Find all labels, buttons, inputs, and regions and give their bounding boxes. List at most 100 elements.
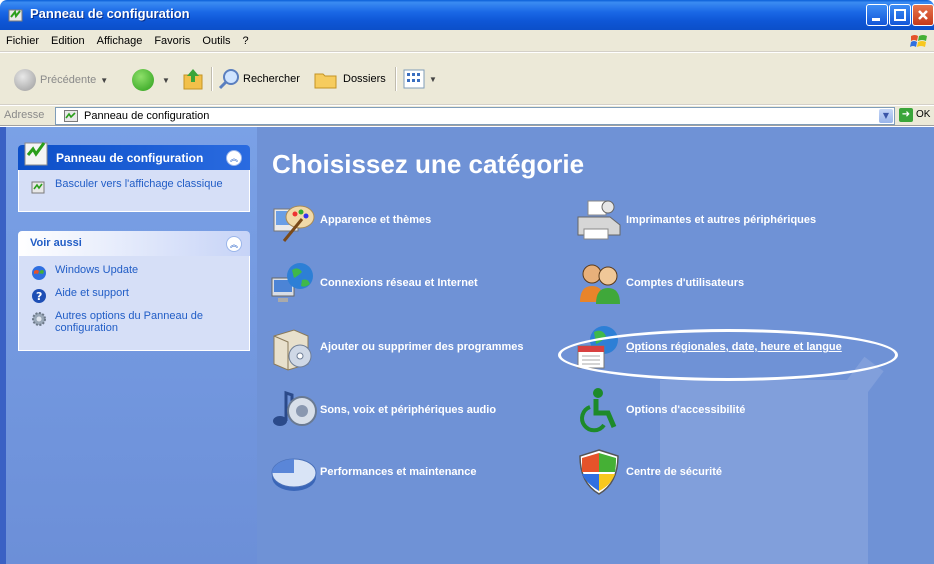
windows-update-icon <box>32 266 46 280</box>
category-appearance[interactable]: Apparence et thèmes <box>268 195 431 245</box>
menu-help[interactable]: ? <box>243 35 249 47</box>
chevron-down-icon: ▼ <box>162 75 170 85</box>
search-label: Rechercher <box>243 73 300 85</box>
svg-text:?: ? <box>36 290 42 303</box>
category-label: Ajouter ou supprimer des programmes <box>320 341 524 353</box>
users-icon <box>580 264 620 304</box>
window-title: Panneau de configuration <box>30 6 190 21</box>
search-button[interactable]: Rechercher <box>218 68 300 90</box>
back-label: Précédente <box>40 74 97 86</box>
folders-button[interactable]: Dossiers <box>314 68 386 90</box>
menu-edit[interactable]: Edition <box>51 35 85 47</box>
menu-favorites[interactable]: Favoris <box>154 35 190 47</box>
control-panel-icon <box>24 142 48 166</box>
security-shield-icon <box>579 449 619 495</box>
control-panel-panel-body: Basculer vers l'affichage classique <box>18 170 250 212</box>
forward-arrow-icon <box>132 69 154 91</box>
appearance-icon <box>273 205 315 242</box>
up-folder-button[interactable] <box>182 67 204 91</box>
category-label: Apparence et thèmes <box>320 214 432 226</box>
highlight-ellipse <box>558 329 898 381</box>
category-label: Performances et maintenance <box>320 466 477 478</box>
printer-icon <box>577 200 621 240</box>
windows-logo-icon <box>910 35 927 47</box>
category-performance[interactable]: Performances et maintenance <box>268 447 477 497</box>
address-input[interactable]: Panneau de configuration ▼ <box>55 107 895 125</box>
forward-button[interactable]: ▼ <box>132 69 170 91</box>
help-support-link[interactable]: ? Aide et support <box>31 287 241 304</box>
category-pane: Choisissez une catégorie Apparence et th… <box>257 127 934 564</box>
category-programs[interactable]: Ajouter ou supprimer des programmes <box>268 322 524 372</box>
category-label: Centre de sécurité <box>626 466 722 478</box>
category-sound[interactable]: Sons, voix et périphériques audio <box>268 385 496 435</box>
go-button[interactable]: OK <box>916 109 930 120</box>
control-panel-panel: Panneau de configuration ︽ Basculer vers… <box>18 142 250 212</box>
control-panel-icon <box>8 9 23 22</box>
category-label: Options d'accessibilité <box>626 404 746 416</box>
control-panel-icon <box>64 110 78 122</box>
content-area: Panneau de configuration ︽ Basculer vers… <box>0 127 934 564</box>
programs-icon <box>273 329 312 371</box>
task-pane: Panneau de configuration ︽ Basculer vers… <box>0 127 257 564</box>
task-label: Autres options du Panneau de configurati… <box>55 310 204 334</box>
category-accessibility[interactable]: Options d'accessibilité <box>574 385 745 435</box>
see-also-panel: Voir aussi ︽ Windows Update ? Aide et su… <box>18 231 250 351</box>
collapse-icon[interactable]: ︽ <box>226 236 242 252</box>
category-label: Comptes d'utilisateurs <box>626 277 745 289</box>
category-label: Imprimantes et autres périphériques <box>626 214 817 226</box>
address-value: Panneau de configuration <box>84 110 210 122</box>
menu-file[interactable]: Fichier <box>6 35 39 47</box>
performance-icon <box>271 458 317 491</box>
menu-view[interactable]: Affichage <box>97 35 143 47</box>
search-icon <box>218 69 239 90</box>
views-grid-icon <box>403 69 425 89</box>
accessibility-icon <box>580 388 617 433</box>
menu-tools[interactable]: Outils <box>202 35 230 47</box>
window-titlebar[interactable]: Panneau de configuration <box>0 0 934 30</box>
go-arrow-icon[interactable]: ➜ <box>899 108 913 122</box>
toolbar-separator <box>395 67 397 91</box>
task-label: Basculer vers l'affichage classique <box>55 178 223 190</box>
category-label: Connexions réseau et Internet <box>320 277 478 289</box>
toolbar: Précédente ▼ ▼ Rechercher Dossiers ▼ <box>0 53 934 105</box>
windows-update-link[interactable]: Windows Update <box>31 264 241 281</box>
switch-view-icon <box>31 181 45 194</box>
collapse-icon[interactable]: ︽ <box>226 150 242 166</box>
task-label: Windows Update <box>55 264 139 276</box>
back-arrow-icon <box>14 69 36 91</box>
close-button[interactable] <box>912 4 934 26</box>
views-button[interactable]: ▼ <box>403 69 437 89</box>
page-title: Choisissez une catégorie <box>272 149 585 179</box>
chevron-down-icon: ▼ <box>100 75 109 85</box>
category-network[interactable]: Connexions réseau et Internet <box>268 258 478 308</box>
category-security-center[interactable]: Centre de sécurité <box>574 447 722 497</box>
folders-icon <box>314 73 337 89</box>
other-options-link[interactable]: Autres options du Panneau de configurati… <box>31 310 241 334</box>
back-button[interactable]: Précédente ▼ <box>14 69 108 91</box>
sound-icon <box>273 390 317 426</box>
close-icon <box>918 10 928 20</box>
control-panel-panel-header[interactable]: Panneau de configuration ︽ <box>18 142 250 170</box>
help-icon: ? <box>32 289 46 303</box>
see-also-panel-header[interactable]: Voir aussi ︽ <box>18 231 250 256</box>
address-bar: Adresse Panneau de configuration ▼ ➜ OK <box>0 106 934 126</box>
category-printers[interactable]: Imprimantes et autres périphériques <box>574 195 816 245</box>
panel-title: Voir aussi <box>30 237 82 249</box>
see-also-panel-body: Windows Update ? Aide et support Autres … <box>18 256 250 351</box>
category-label: Sons, voix et périphériques audio <box>320 404 497 416</box>
maximize-icon <box>894 9 906 21</box>
folders-label: Dossiers <box>343 73 386 85</box>
toolbar-separator <box>211 67 213 91</box>
panel-title: Panneau de configuration <box>56 151 204 165</box>
maximize-button[interactable] <box>889 4 911 26</box>
category-users[interactable]: Comptes d'utilisateurs <box>574 258 744 308</box>
chevron-down-icon[interactable]: ▼ <box>879 109 893 123</box>
switch-classic-view-link[interactable]: Basculer vers l'affichage classique <box>31 178 241 195</box>
address-label: Adresse <box>4 109 45 121</box>
up-folder-icon <box>183 69 203 90</box>
minimize-button[interactable] <box>866 4 888 26</box>
minimize-icon <box>872 18 880 21</box>
task-label: Aide et support <box>55 287 129 299</box>
gear-icon <box>32 312 46 326</box>
menu-bar: Fichier Edition Affichage Favoris Outils… <box>0 30 934 52</box>
